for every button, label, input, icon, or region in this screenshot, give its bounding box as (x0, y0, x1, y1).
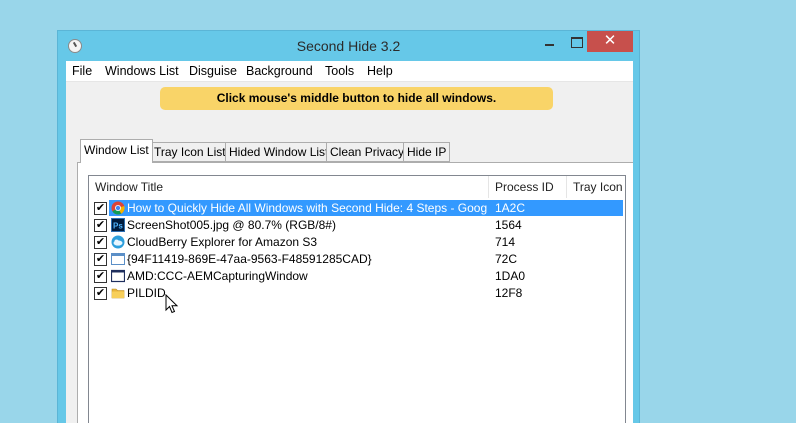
cloudberry-icon (111, 235, 125, 249)
client-area: File Windows List Disguise Background To… (66, 61, 633, 423)
list-item[interactable]: ✔ AMD:CCC-AEMCapturingWindow 1DA0 (89, 268, 625, 285)
row-checkbox[interactable]: ✔ (94, 287, 107, 300)
row-checkbox[interactable]: ✔ (94, 219, 107, 232)
tab-hide-ip[interactable]: Hide IP (403, 142, 451, 162)
menu-help[interactable]: Help (367, 64, 393, 78)
minimize-button[interactable] (536, 31, 562, 52)
maximize-button[interactable] (563, 31, 589, 52)
list-item[interactable]: ✔ How to Quickly Hide All Windows with S… (89, 200, 625, 217)
row-pid: 12F8 (495, 286, 523, 300)
folder-icon (111, 288, 125, 299)
row-pid: 1DA0 (495, 269, 526, 283)
tab-clean-privacy[interactable]: Clean Privacy (326, 142, 409, 162)
row-pid: 714 (495, 235, 516, 249)
row-title: How to Quickly Hide All Windows with Sec… (127, 201, 487, 215)
row-pid: 1564 (495, 218, 522, 232)
list-header: Window Title Process ID Tray Icon (89, 176, 625, 198)
row-checkbox[interactable]: ✔ (94, 253, 107, 266)
close-button[interactable]: ✕ (587, 31, 633, 52)
row-title: {94F11419-869E-47aa-9563-F48591285CAD} (127, 252, 372, 266)
tab-window-list[interactable]: Window List (80, 139, 153, 163)
menu-background[interactable]: Background (246, 64, 313, 78)
row-pid: 1A2C (495, 201, 526, 215)
menu-tools[interactable]: Tools (325, 64, 354, 78)
list-item[interactable]: ✔ {94F11419-869E-47aa-9563-F48591285CAD}… (89, 251, 625, 268)
photoshop-icon: Ps (111, 218, 125, 232)
svg-text:Ps: Ps (113, 222, 123, 231)
row-checkbox[interactable]: ✔ (94, 270, 107, 283)
menu-bar: File Windows List Disguise Background To… (66, 61, 633, 82)
menu-windows-list[interactable]: Windows List (105, 64, 179, 78)
chrome-icon (111, 201, 125, 215)
row-title: ScreenShot005.jpg @ 80.7% (RGB/8#) (127, 218, 336, 232)
row-checkbox[interactable]: ✔ (94, 202, 107, 215)
menu-disguise[interactable]: Disguise (189, 64, 237, 78)
menu-file[interactable]: File (72, 64, 92, 78)
row-title: CloudBerry Explorer for Amazon S3 (127, 235, 318, 249)
column-tray-icon[interactable]: Tray Icon (567, 176, 625, 198)
hint-banner: Click mouse's middle button to hide all … (160, 87, 553, 110)
window-dark-icon (111, 269, 125, 283)
list-item[interactable]: ✔ Ps ScreenShot005.jpg @ 80.7% (RGB/8#) … (89, 217, 625, 234)
tab-tray-icon-list[interactable]: Tray Icon List (150, 142, 230, 162)
window-icon (111, 253, 125, 265)
mouse-cursor-icon (165, 294, 179, 314)
title-bar[interactable]: Second Hide 3.2 ✕ (58, 31, 639, 61)
tab-hided-window-list[interactable]: Hided Window List (225, 142, 333, 162)
row-checkbox[interactable]: ✔ (94, 236, 107, 249)
app-window: Second Hide 3.2 ✕ File Windows List Disg… (57, 30, 640, 423)
list-item[interactable]: ✔ CloudBerry Explorer for Amazon S3 714 (89, 234, 625, 251)
row-pid: 72C (495, 252, 518, 266)
tab-panel: Window Title Process ID Tray Icon ✔ How … (77, 162, 633, 423)
column-process-id[interactable]: Process ID (489, 176, 567, 198)
row-title: AMD:CCC-AEMCapturingWindow (127, 269, 308, 283)
row-title: PILDID (127, 286, 166, 300)
column-window-title[interactable]: Window Title (89, 176, 489, 198)
